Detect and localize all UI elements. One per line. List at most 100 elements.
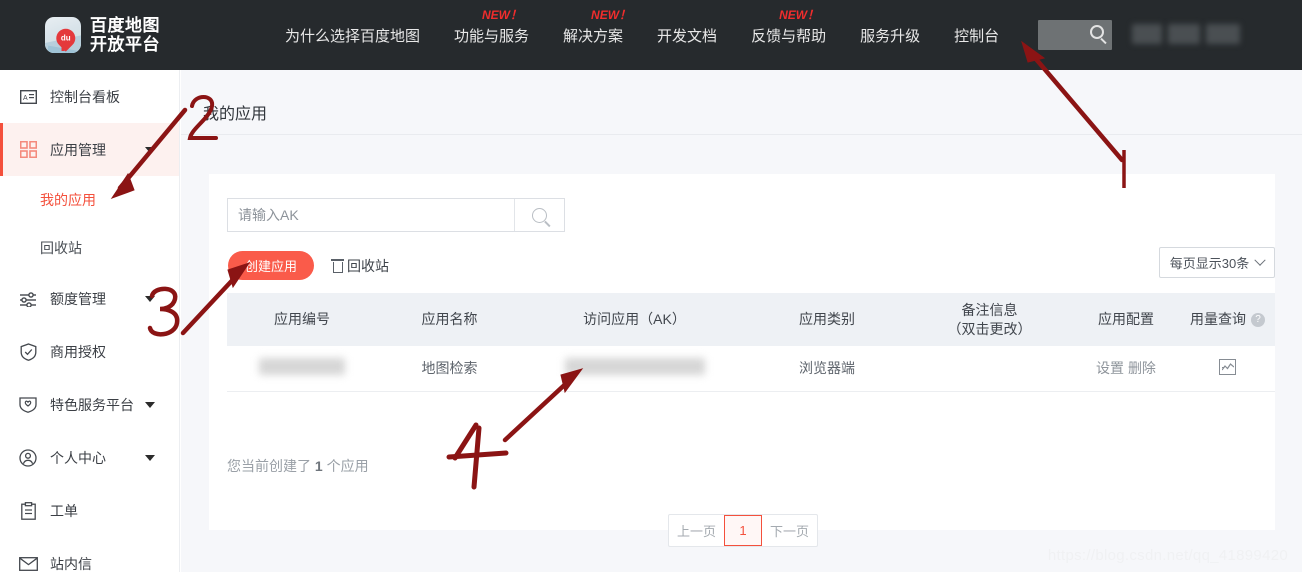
- chevron-down-icon[interactable]: [145, 401, 155, 408]
- count-note-number: 1: [314, 458, 323, 474]
- nav-item-solutions[interactable]: NEW！ 解决方案: [563, 8, 631, 46]
- create-app-button[interactable]: 创建应用: [228, 251, 314, 280]
- new-badge: NEW！: [482, 7, 523, 22]
- trash-icon: [331, 258, 344, 273]
- search-icon: [1090, 25, 1105, 39]
- global-search-box[interactable]: [1038, 20, 1113, 50]
- cell-app-config: 设置 删除: [1072, 346, 1180, 392]
- nav-item-label: 反馈与帮助: [751, 27, 827, 45]
- nav-item-label: 服务升级: [860, 27, 921, 45]
- sidebar-item-my-apps[interactable]: 我的应用: [0, 176, 179, 224]
- per-page-select[interactable]: 每页显示30条: [1159, 247, 1275, 278]
- help-circle-icon[interactable]: ?: [1251, 313, 1265, 328]
- cell-note[interactable]: [907, 346, 1072, 392]
- nav-item-label: 为什么选择百度地图: [285, 27, 421, 45]
- column-header-app-name: 应用名称: [377, 293, 522, 346]
- new-badge: NEW！: [779, 7, 820, 22]
- search-icon: [532, 207, 547, 223]
- settings-link[interactable]: 设置: [1096, 360, 1124, 376]
- table-header-row: 应用编号 应用名称 访问应用（AK） 应用类别 备注信息 （双击更改） 应用配置…: [227, 293, 1275, 346]
- dashboard-icon: A: [18, 87, 38, 107]
- search-button[interactable]: [514, 199, 564, 231]
- column-header-app-config: 应用配置: [1072, 293, 1180, 346]
- redacted-username-part: [1206, 24, 1241, 44]
- sidebar-item-label: 特色服务平台: [50, 396, 134, 413]
- nav-item-why-baidu-map[interactable]: 为什么选择百度地图: [285, 25, 420, 46]
- sidebar-sub-label: 回收站: [40, 240, 82, 256]
- nav-item-label: 控制台: [954, 27, 1000, 45]
- main-content: 我的应用 创建应用 回收站 每页显示30条: [181, 70, 1302, 572]
- page-title: 我的应用: [203, 106, 268, 123]
- chevron-down-icon[interactable]: [145, 295, 155, 302]
- line-chart-icon[interactable]: [1219, 358, 1236, 375]
- nav-item-features-services[interactable]: NEW！ 功能与服务: [454, 8, 530, 46]
- cell-usage-query: [1180, 346, 1275, 392]
- sidebar-sub-label: 我的应用: [40, 192, 96, 208]
- cell-ak: [522, 346, 747, 392]
- redacted-username-part: [1168, 24, 1201, 44]
- search-input[interactable]: [228, 199, 514, 231]
- new-badge: NEW！: [591, 7, 632, 22]
- chevron-down-icon: [1254, 254, 1266, 266]
- sidebar-item-recycle-bin[interactable]: 回收站: [0, 224, 179, 272]
- logo-text-line2: 开放平台: [90, 35, 160, 54]
- sidebar-item-featured-service-platform[interactable]: 特色服务平台: [0, 378, 179, 431]
- cell-app-category: 浏览器端: [747, 346, 907, 392]
- sidebar-item-label: 应用管理: [50, 141, 106, 158]
- sliders-icon: [18, 289, 38, 309]
- count-note-suffix: 个应用: [322, 458, 369, 474]
- redacted-ak: [564, 358, 705, 376]
- app-root: du 百度地图 开放平台 为什么选择百度地图 NEW！ 功能与服务 NEW！ 解…: [0, 0, 1302, 572]
- ak-search-box[interactable]: [227, 198, 565, 232]
- apps-grid-icon: [18, 140, 38, 160]
- column-header-note-line2: （双击更改）: [947, 320, 1032, 337]
- chevron-down-icon[interactable]: [145, 146, 155, 153]
- logo-pin-text: du: [60, 33, 71, 43]
- nav-item-dev-docs[interactable]: 开发文档: [657, 25, 717, 46]
- svg-text:A: A: [23, 95, 28, 102]
- nav-item-label: 功能与服务: [454, 27, 530, 45]
- column-header-note-line1: 备注信息: [961, 301, 1018, 318]
- column-header-usage-label: 用量查询: [1190, 311, 1246, 327]
- redacted-app-id: [259, 358, 345, 376]
- sidebar-item-quota-management[interactable]: 额度管理: [0, 272, 179, 325]
- nav-item-service-upgrade[interactable]: 服务升级: [860, 25, 920, 46]
- search-icon-handle: [1100, 37, 1107, 45]
- recycle-bin-label: 回收站: [347, 257, 389, 274]
- sidebar-item-label: 控制台看板: [50, 88, 120, 105]
- per-page-label: 每页显示30条: [1169, 256, 1250, 271]
- sidebar: A 控制台看板 应用管理 我的应用 回收站 额度管理 商用授权 特色服务平台 个…: [0, 70, 180, 572]
- cell-app-id: [227, 346, 377, 392]
- mail-icon: [18, 554, 38, 572]
- cell-app-name: 地图检索: [377, 346, 522, 392]
- watermark: https://blog.csdn.net/qq_41899420: [1047, 547, 1288, 564]
- sidebar-item-label: 额度管理: [50, 290, 106, 307]
- apps-panel: 创建应用 回收站 每页显示30条 应用编号 应用: [209, 174, 1275, 547]
- sidebar-item-work-order[interactable]: 工单: [0, 484, 179, 537]
- delete-link[interactable]: 删除: [1128, 360, 1156, 376]
- sidebar-item-label: 工单: [50, 502, 78, 519]
- sidebar-item-dashboard[interactable]: A 控制台看板: [0, 70, 179, 123]
- sidebar-item-app-management[interactable]: 应用管理: [0, 123, 179, 176]
- nav-item-label: 解决方案: [563, 27, 624, 45]
- chevron-down-icon[interactable]: [145, 454, 155, 461]
- nav-item-feedback-help[interactable]: NEW！ 反馈与帮助: [751, 8, 827, 46]
- logo-text: 百度地图 开放平台: [90, 16, 160, 54]
- pagination-page-1[interactable]: 1: [724, 515, 762, 546]
- site-logo[interactable]: du 百度地图 开放平台: [45, 16, 160, 54]
- sidebar-item-personal-center[interactable]: 个人中心: [0, 431, 179, 484]
- column-header-ak: 访问应用（AK）: [522, 293, 747, 346]
- user-account-area[interactable]: [1132, 24, 1244, 46]
- sidebar-item-commercial-license[interactable]: 商用授权: [0, 325, 179, 378]
- sidebar-item-label: 站内信: [50, 555, 92, 572]
- table-row[interactable]: 地图检索 浏览器端 设置 删除: [227, 346, 1275, 392]
- sidebar-item-inbox-message[interactable]: 站内信: [0, 537, 179, 572]
- column-header-app-category: 应用类别: [747, 293, 907, 346]
- top-navigation-bar: du 百度地图 开放平台 为什么选择百度地图 NEW！ 功能与服务 NEW！ 解…: [0, 0, 1302, 70]
- nav-item-console[interactable]: 控制台: [954, 25, 999, 46]
- apps-table: 应用编号 应用名称 访问应用（AK） 应用类别 备注信息 （双击更改） 应用配置…: [227, 293, 1275, 392]
- pagination-next-button[interactable]: 下一页: [762, 515, 817, 546]
- pagination-prev-button[interactable]: 上一页: [669, 515, 724, 546]
- recycle-bin-button[interactable]: 回收站: [331, 251, 389, 280]
- heart-shield-icon: [18, 395, 38, 415]
